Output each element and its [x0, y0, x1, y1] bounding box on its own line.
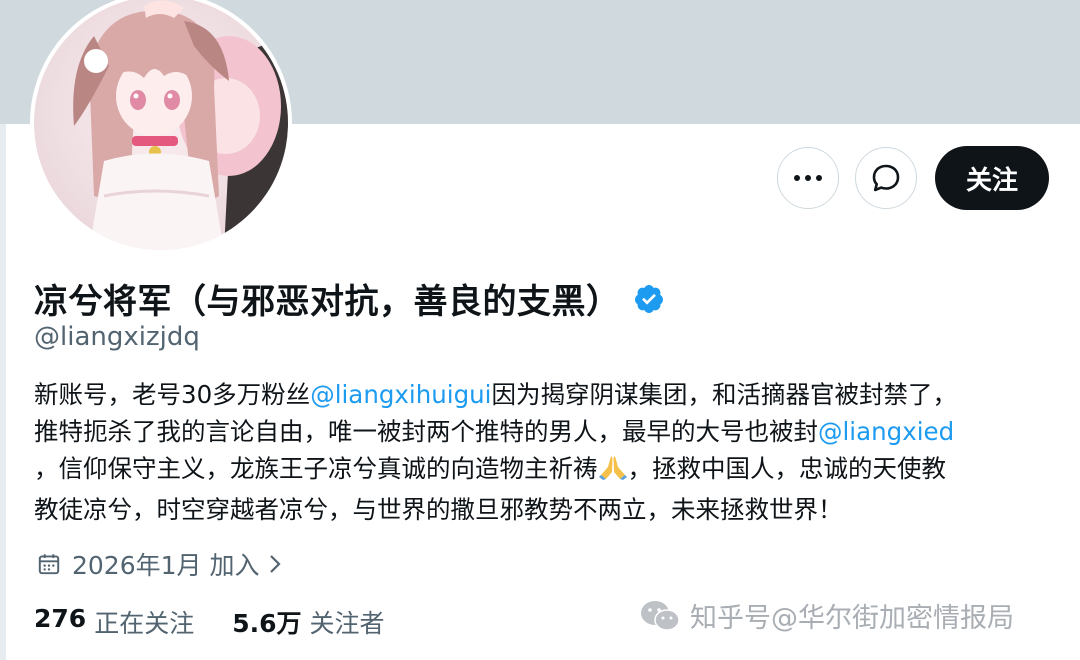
user-handle: @liangxizjdq [34, 322, 200, 352]
display-name: 凉兮将军（与邪恶对抗，善良的支黑） [34, 282, 621, 322]
bio-line-4: 教徒凉兮，时空穿越者凉兮，与世界的撒旦邪教势不两立，未来拯救世界！ [34, 495, 843, 524]
bio-line-3: ，信仰保守主义，龙族王子凉兮真诚的向造物主祈祷 ，拯救中国人，忠诚的天使教 [34, 450, 1044, 491]
join-date-text: 2026年1月 加入 [72, 551, 260, 580]
left-edge-divider [0, 124, 6, 660]
follow-stats: 276 正在关注 5.6万 关注者 [34, 604, 423, 640]
calendar-icon [36, 551, 62, 577]
following-stat[interactable]: 276 正在关注 [34, 604, 194, 640]
mention-link[interactable]: @liangxihuigui [310, 380, 491, 409]
profile-bio: 新账号，老号30多万粉丝@liangxihuigui因为揭穿阴谋集团，和活摘器官… [34, 376, 1044, 528]
chevron-right-icon [267, 552, 283, 576]
watermark-text: 知乎号@华尔街加密情报局 [690, 603, 1014, 634]
join-date[interactable]: 2026年1月 加入 [36, 546, 283, 582]
anime-avatar-image [34, 0, 288, 250]
watermark: 知乎号@华尔街加密情报局 [640, 596, 1014, 635]
bio-line-1: 新账号，老号30多万粉丝@liangxihuigui因为揭穿阴谋集团，和活摘器官… [34, 380, 957, 409]
profile-avatar[interactable] [30, 0, 292, 254]
chat-bubble-icon [872, 164, 900, 192]
bio-line-2: 推特扼杀了我的言论自由，唯一被封两个推特的男人，最早的大号也被封@liangxi… [34, 417, 955, 446]
more-horizontal-icon [794, 175, 822, 181]
followers-stat[interactable]: 5.6万 关注者 [232, 604, 384, 640]
message-button[interactable] [855, 147, 917, 209]
praying-hands-icon [598, 453, 628, 491]
more-options-button[interactable] [777, 147, 839, 209]
display-name-row: 凉兮将军（与邪恶对抗，善良的支黑） [34, 274, 665, 323]
mention-link[interactable]: @liangxied [818, 417, 954, 446]
follow-button[interactable]: 关注 [935, 146, 1049, 210]
verified-badge-icon[interactable] [633, 283, 665, 315]
wechat-icon [640, 599, 680, 633]
